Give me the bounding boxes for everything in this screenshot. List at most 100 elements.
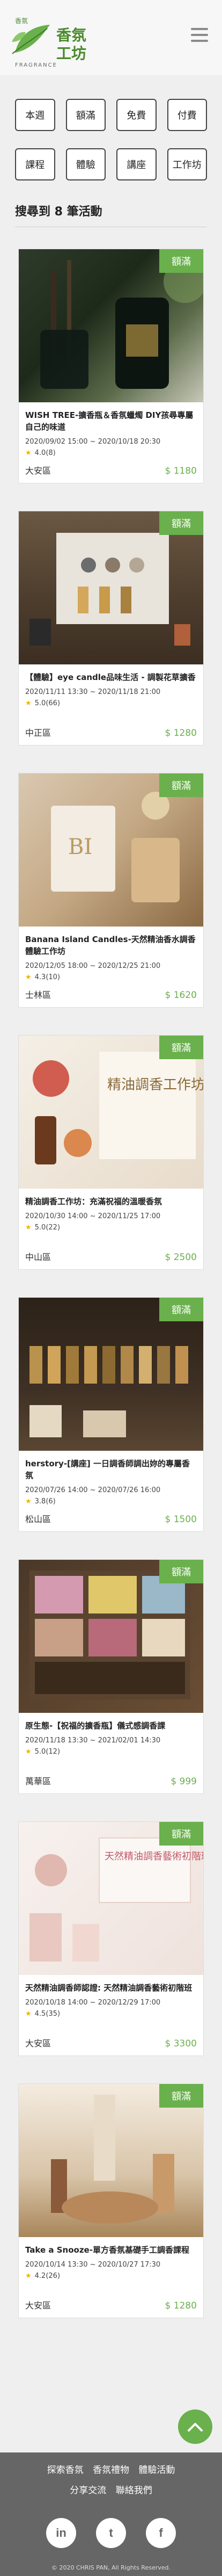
star-icon: ★ [25,973,32,981]
footer-link-gifts[interactable]: 香氛禮物 [93,2465,129,2476]
status-badge: 額滿 [159,1822,203,1846]
site-footer: 探索香氛 香氛禮物 體驗活動 分享交流 聯絡我們 in t f © 2020 C… [0,2452,222,2576]
chevron-up-icon [188,2423,203,2432]
event-card[interactable]: 額滿 【體驗】eye candle品味生活 - 調製花草擴香 2020/11/1… [18,511,204,746]
event-location: 萬華區 [25,1776,51,1786]
site-logo[interactable]: 香氛 香氛 工坊 FRAGRANCE [5,11,102,68]
status-badge: 額滿 [159,1036,203,1059]
star-icon: ★ [25,2271,32,2280]
star-icon: ★ [25,448,32,457]
event-date: 2020/12/05 18:00 ~ 2020/12/25 21:00 [25,961,161,970]
star-icon: ★ [25,1223,32,1232]
filter-chip-paid[interactable]: 付費 [167,99,207,131]
event-date: 2020/11/11 13:30 ~ 2020/11/18 21:00 [25,688,161,696]
rating-value: 3.8(6) [34,1497,56,1506]
brand-english: FRAGRANCE [15,62,57,68]
rating-value: 4.5(35) [34,2009,61,2018]
event-location: 松山區 [25,1514,51,1524]
event-card-list: 額滿 WISH TREE-擴香瓶＆香氛蠟燭 DIY孩尋專屬自己的味道 2020/… [0,227,222,2318]
linkedin-icon[interactable]: in [46,2518,76,2548]
filter-chip-experience[interactable]: 體驗 [65,148,106,180]
event-card[interactable]: 額滿 原生態-【祝福的擴香瓶】儀式感調香課 2020/11/18 13:30 ~… [18,1559,204,1794]
star-icon: ★ [25,1497,32,1506]
event-title[interactable]: WISH TREE-擴香瓶＆香氛蠟燭 DIY孩尋專屬自己的味道 [19,402,203,433]
footer-link-contact[interactable]: 聯絡我們 [116,2485,152,2496]
twitter-icon[interactable]: t [96,2518,126,2548]
brand-name-line2: 工坊 [56,45,87,62]
event-rating: ★ 3.8(6) [19,1494,203,1506]
scroll-to-top-button[interactable] [178,2409,212,2444]
footer-link-share[interactable]: 分享交流 [70,2485,106,2496]
footer-links-row1: 探索香氛 香氛禮物 體驗活動 [0,2462,222,2476]
facebook-icon[interactable]: f [146,2518,176,2548]
event-date: 2020/10/30 14:00 ~ 2020/11/25 17:00 [25,1212,161,1220]
event-date: 2020/10/14 13:30 ~ 2020/10/27 17:30 [25,2260,161,2269]
event-rating: ★ 5.0(22) [19,1220,203,1232]
filter-chip-full[interactable]: 額滿 [65,99,106,131]
event-price: $ 1500 [165,1514,197,1525]
event-title[interactable]: 【體驗】eye candle品味生活 - 調製花草擴香 [19,664,203,684]
rating-value: 5.0(66) [34,699,61,707]
event-location: 中正區 [25,728,51,738]
event-title[interactable]: herstory-[講座] 一日調香師調出妳的專屬香氛 [19,1451,203,1482]
event-image: 天然精油調香藝術初階班 額滿 [19,1822,203,1975]
filter-chip-free[interactable]: 免費 [116,99,157,131]
copyright-text: © 2020 CHRIS PAN, All Rights Reserved. [51,2564,171,2571]
event-card[interactable]: 額滿 WISH TREE-擴香瓶＆香氛蠟燭 DIY孩尋專屬自己的味道 2020/… [18,249,204,483]
footer-links-row2: 分享交流 聯絡我們 [0,2483,222,2496]
event-location: 士林區 [25,990,51,1000]
event-title[interactable]: Banana Island Candles-天然精油香水調香體驗工作坊 [19,927,203,958]
event-location: 大安區 [25,2300,51,2311]
event-location: 大安區 [25,2038,51,2049]
event-date: 2020/10/18 14:00 ~ 2020/12/29 17:00 [25,1998,161,2007]
event-image: 額滿 [19,1298,203,1451]
event-rating: ★ 4.5(35) [19,2007,203,2018]
event-price: $ 999 [171,1776,197,1787]
event-date: 2020/11/18 13:30 ~ 2021/02/01 14:30 [25,1736,161,1745]
leaf-logo-icon [12,25,50,54]
rating-value: 5.0(12) [34,1747,61,1756]
event-price: $ 1180 [165,466,197,476]
rating-value: 4.2(26) [34,2271,61,2280]
event-rating: ★ 5.0(12) [19,1745,203,1756]
event-date: 2020/09/02 15:00 ~ 2020/10/18 20:30 [25,437,161,446]
candle-logo-text: BI [68,835,92,859]
filter-chips: 本週 額滿 免費 付費 課程 體驗 講座 工作坊 [0,75,222,180]
event-price: $ 1620 [165,990,197,1001]
event-image: 額滿 [19,2084,203,2237]
footer-link-events[interactable]: 體驗活動 [138,2465,175,2476]
event-price: $ 1280 [165,728,197,739]
image-caption-text: 精油調香工作坊 [107,1077,203,1093]
social-links: in t f [46,2518,176,2548]
site-header: 香氛 香氛 工坊 FRAGRANCE [0,0,222,75]
status-badge: 額滿 [159,2084,203,2108]
event-card[interactable]: 天然精油調香藝術初階班 額滿 天然精油調香師認證: 天然精油調香藝術初階班 20… [18,1821,204,2056]
event-price: $ 2500 [165,1252,197,1263]
event-title[interactable]: 天然精油調香師認證: 天然精油調香藝術初階班 [19,1975,203,1994]
event-image: 額滿 [19,1560,203,1713]
event-title[interactable]: 原生態-【祝福的擴香瓶】儀式感調香課 [19,1713,203,1732]
brand-small-text: 香氛 [15,17,28,25]
event-title[interactable]: 精油調香工作坊：充滿祝福的溫暖香氛 [19,1189,203,1208]
event-rating: ★ 5.0(66) [19,696,203,707]
footer-link-explore[interactable]: 探索香氛 [47,2465,84,2476]
event-card[interactable]: 額滿 Take a Snooze-單方香氛基礎手工調香課程 2020/10/14… [18,2083,204,2318]
filter-chip-course[interactable]: 課程 [15,148,55,180]
event-rating: ★ 4.2(26) [19,2269,203,2280]
event-rating: ★ 4.0(8) [19,446,203,457]
event-card[interactable]: 精油調香工作坊 額滿 精油調香工作坊：充滿祝福的溫暖香氛 2020/10/30 … [18,1035,204,1270]
event-title[interactable]: Take a Snooze-單方香氛基礎手工調香課程 [19,2237,203,2256]
status-badge: 額滿 [159,249,203,273]
status-badge: 額滿 [159,511,203,535]
event-image: 額滿 [19,511,203,664]
poster-title-text: 天然精油調香藝術初階班 [105,1851,203,1862]
filter-chip-this-week[interactable]: 本週 [15,99,55,131]
hamburger-icon[interactable] [191,28,208,43]
filter-chip-workshop[interactable]: 工作坊 [167,148,207,180]
status-badge: 額滿 [159,1560,203,1583]
event-card[interactable]: BI 額滿 Banana Island Candles-天然精油香水調香體驗工作… [18,773,204,1008]
filter-chip-lecture[interactable]: 講座 [116,148,157,180]
event-date: 2020/07/26 14:00 ~ 2020/07/26 16:00 [25,1486,161,1494]
event-card[interactable]: 額滿 herstory-[講座] 一日調香師調出妳的專屬香氛 2020/07/2… [18,1297,204,1532]
event-image: 精油調香工作坊 額滿 [19,1036,203,1189]
